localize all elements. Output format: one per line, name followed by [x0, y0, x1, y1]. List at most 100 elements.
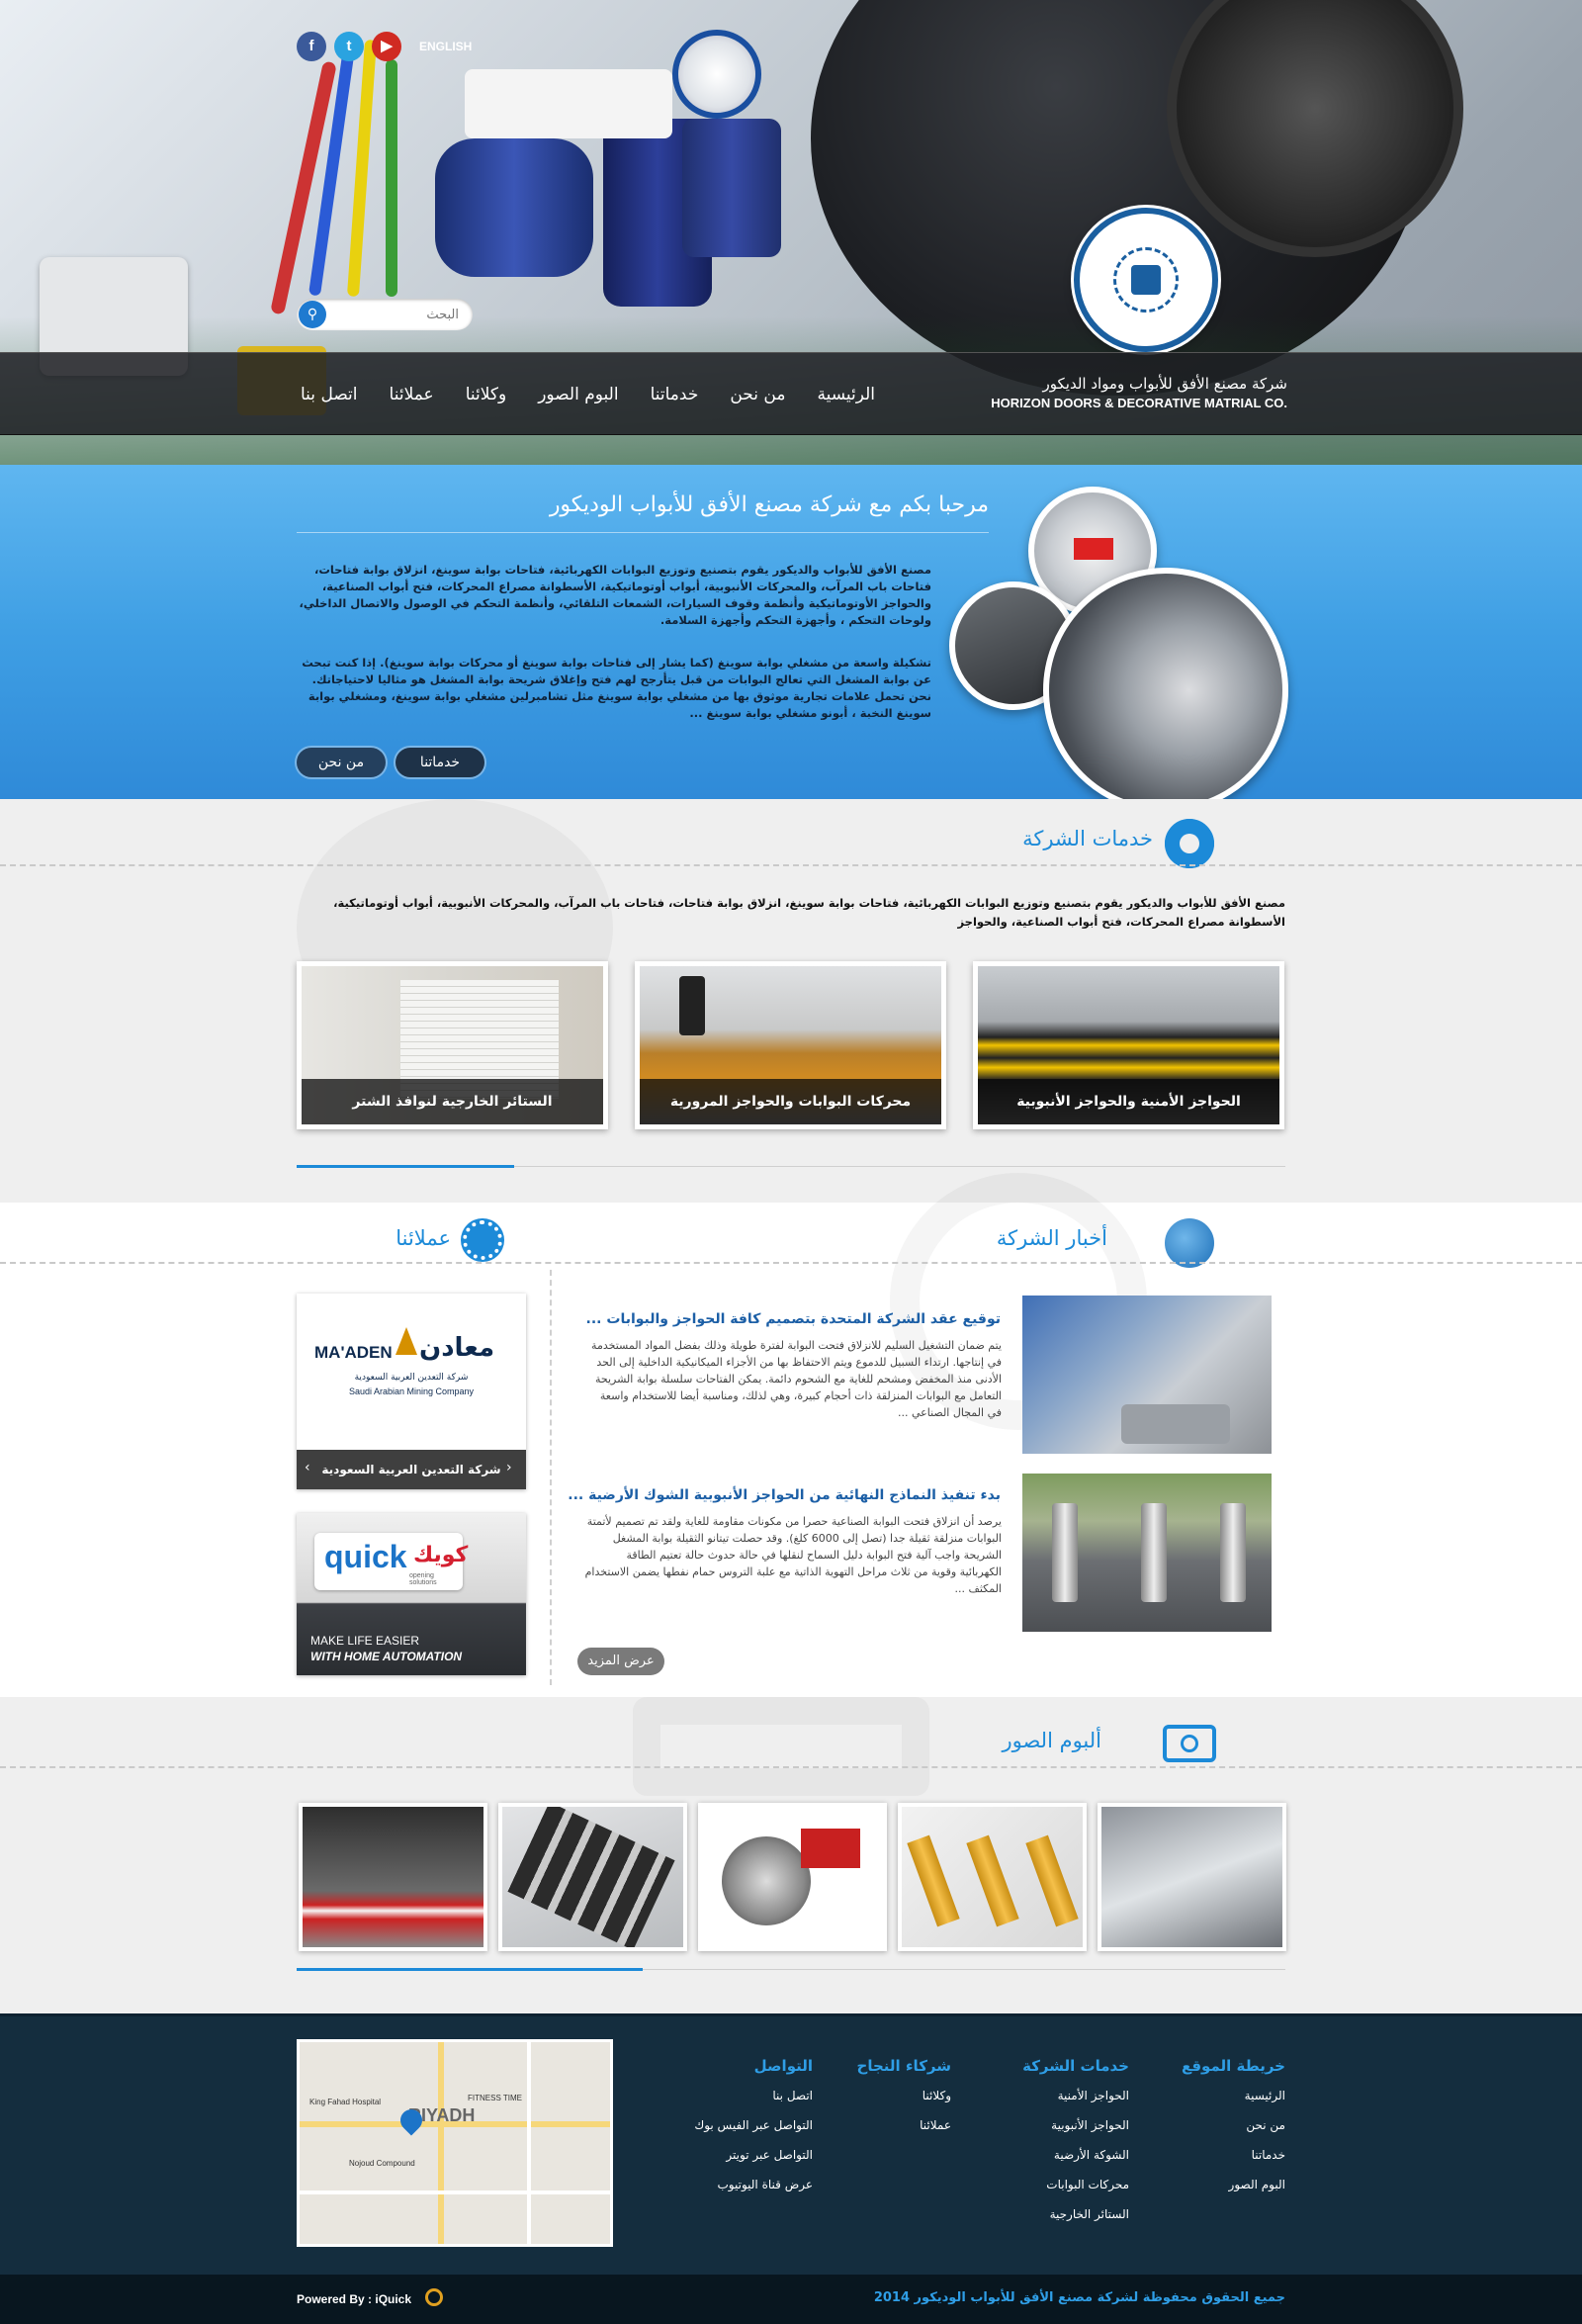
footer-link[interactable]: البوم الصور [1229, 2178, 1285, 2191]
footer-link[interactable]: الشوكة الأرضية [1054, 2148, 1129, 2162]
capacitor-label-graphic [672, 30, 761, 119]
bollard-graphic [1141, 1503, 1167, 1602]
footer-link[interactable]: اتصل بنا [772, 2089, 813, 2102]
service-card-barriers[interactable]: الحواجز الأمنية والحواجز الأنبوبية [973, 961, 1284, 1129]
footer-link[interactable]: الحواجز الأمنية [1058, 2089, 1129, 2102]
gallery-image-5[interactable] [299, 1803, 487, 1951]
iquick-logo-icon [425, 2288, 443, 2306]
quick-tagline-2: WITH HOME AUTOMATION [310, 1650, 463, 1663]
client-card-maaden[interactable]: MA'ADEN معادن شركة التعدين العربية السعو… [297, 1294, 526, 1489]
footer-link[interactable]: محركات البوابات [1046, 2178, 1129, 2191]
camera-lens [1181, 1735, 1198, 1752]
search-icon[interactable]: ⚲ [299, 301, 326, 328]
grey-rule [514, 1166, 1285, 1167]
gear-parts-graphic [1121, 1404, 1230, 1444]
twitter-icon[interactable]: t [334, 32, 364, 61]
gallery-image-3[interactable] [698, 1803, 887, 1951]
nav-list: الرئيسية من نحن خدماتنا البوم الصور وكلا… [285, 353, 891, 436]
company-name: شركة مصنع الأفق للأبواب ومواد الديكور HO… [991, 374, 1287, 413]
capacitor-graphic-2 [682, 119, 781, 257]
nav-about[interactable]: من نحن [714, 353, 801, 436]
column-divider [550, 1270, 552, 1685]
blue-rule [297, 1968, 643, 1971]
chevron-left-icon[interactable]: ‹ [305, 1460, 310, 1475]
tube-graphic [907, 1834, 960, 1927]
chevron-right-icon[interactable]: › [506, 1460, 512, 1475]
nav-clients[interactable]: عملائنا [374, 353, 450, 436]
map-poi: King Fahad Hospital [309, 2098, 382, 2106]
copyright: جميع الحقوق محفوظة لشركة مصنع الأفق للأب… [873, 2290, 1285, 2305]
wire-graphic [386, 59, 397, 297]
footer [0, 2013, 1582, 2275]
news-image-2[interactable] [1022, 1474, 1272, 1632]
keypad-graphic [507, 1807, 675, 1947]
maaden-sub-en: Saudi Arabian Mining Company [348, 1386, 475, 1396]
news-image-1[interactable] [1022, 1296, 1272, 1454]
services-description: مصنع الأفق للأبواب والديكور يقوم بتصنيع … [333, 896, 1285, 929]
news-item-title[interactable]: بدء تنفيذ النماذج النهائية من الحواجز ال… [556, 1487, 1001, 1503]
nav-gallery[interactable]: البوم الصور [522, 353, 634, 436]
gear-icon [1165, 819, 1214, 868]
footer-link[interactable]: الرئيسية [1245, 2089, 1285, 2102]
wire-graphic [346, 39, 378, 298]
footer-link[interactable]: التواصل عبر الفيس بوك [694, 2118, 813, 2132]
footer-link[interactable]: الحواجز الأنبوبية [1051, 2118, 1129, 2132]
services-button[interactable]: خدماتنا [396, 748, 484, 777]
red-clamp-graphic [1074, 538, 1113, 560]
gallery-title: ألبوم الصور [1002, 1729, 1101, 1752]
footer-link[interactable]: التواصل عبر تويتر [726, 2148, 813, 2162]
about-button[interactable]: من نحن [297, 748, 386, 777]
company-name-ar: شركة مصنع الأفق للأبواب ومواد الديكور [1042, 375, 1288, 393]
news-item-title[interactable]: توقيع عقد الشركة المتحدة بتصميم كافة الح… [556, 1311, 1001, 1327]
gallery-image-4[interactable] [498, 1803, 687, 1951]
footer-link[interactable]: الستائر الخارجية [1050, 2207, 1129, 2221]
footer-link[interactable]: وكلائنا [923, 2089, 951, 2102]
motor-part-graphic [801, 1829, 860, 1868]
youtube-icon[interactable]: ▶ [372, 32, 401, 61]
service-card-caption: محركات البوابات والحواجز المرورية [640, 1079, 941, 1124]
map-road [438, 2042, 444, 2244]
main-nav: الرئيسية من نحن خدماتنا البوم الصور وكلا… [0, 352, 1582, 435]
section-divider [0, 1262, 1582, 1264]
terminal-block-graphic [465, 69, 672, 138]
client-slider-caption: شركة التعدين العربية السعودية [297, 1450, 526, 1489]
service-card-gates[interactable]: محركات البوابات والحواجز المرورية [635, 961, 946, 1129]
camera-icon [1163, 1725, 1216, 1762]
pinion-photo [1043, 568, 1288, 799]
news-title: أخبار الشركة [996, 1226, 1107, 1250]
more-news-button[interactable]: عرض المزيد [577, 1648, 664, 1675]
blue-rule [297, 1165, 514, 1168]
service-card-shutters[interactable]: الستائر الخارجية لنوافذ الشتر [297, 961, 608, 1129]
footer-link[interactable]: من نحن [1246, 2118, 1285, 2132]
footer-link[interactable]: عملائنا [920, 2118, 951, 2132]
quick-tagline-1: MAKE LIFE EASIER [310, 1634, 420, 1648]
maaden-sub: شركة التعدين العربية السعودية [354, 1373, 469, 1383]
company-logo [1074, 208, 1218, 352]
gallery-image-2[interactable] [898, 1803, 1087, 1951]
camera-watermark [633, 1697, 929, 1796]
powered-by[interactable]: Powered By : iQuick [297, 2292, 411, 2306]
search-input[interactable] [340, 304, 459, 325]
tube-graphic [1025, 1834, 1079, 1927]
facebook-icon[interactable]: f [297, 32, 326, 61]
footer-link[interactable]: خدماتنا [1252, 2148, 1285, 2162]
footer-link[interactable]: عرض قناة اليوتيوب [718, 2178, 814, 2191]
language-switch[interactable]: ENGLISH [419, 40, 472, 53]
bollard-graphic [1052, 1503, 1078, 1602]
location-map[interactable]: RIYADH King Fahad Hospital FITNESS TIME … [297, 2039, 613, 2247]
nav-home[interactable]: الرئيسية [801, 353, 891, 436]
client-card-quick[interactable]: quick كويك opening solutions MAKE LIFE E… [297, 1513, 526, 1675]
nav-services[interactable]: خدماتنا [635, 353, 715, 436]
gallery-image-1[interactable] [1098, 1803, 1286, 1951]
traffic-light-graphic [679, 976, 705, 1035]
welcome-section: مرحبا بكم مع شركة مصنع الأفق للأبواب الو… [0, 465, 1582, 799]
nav-agents[interactable]: وكلائنا [450, 353, 523, 436]
welcome-paragraph-1: مصنع الأفق للأبواب والديكور يقوم بتصنيع … [299, 563, 931, 627]
grey-rule [643, 1969, 1285, 1970]
map-road [300, 2190, 610, 2194]
clients-title: عملائنا [396, 1226, 451, 1250]
nav-contact[interactable]: اتصل بنا [285, 353, 374, 436]
gear-icon-hole [1180, 834, 1199, 853]
footer-col-title: شركاء النجاح [856, 2057, 951, 2075]
motor-graphic [722, 1836, 811, 1925]
